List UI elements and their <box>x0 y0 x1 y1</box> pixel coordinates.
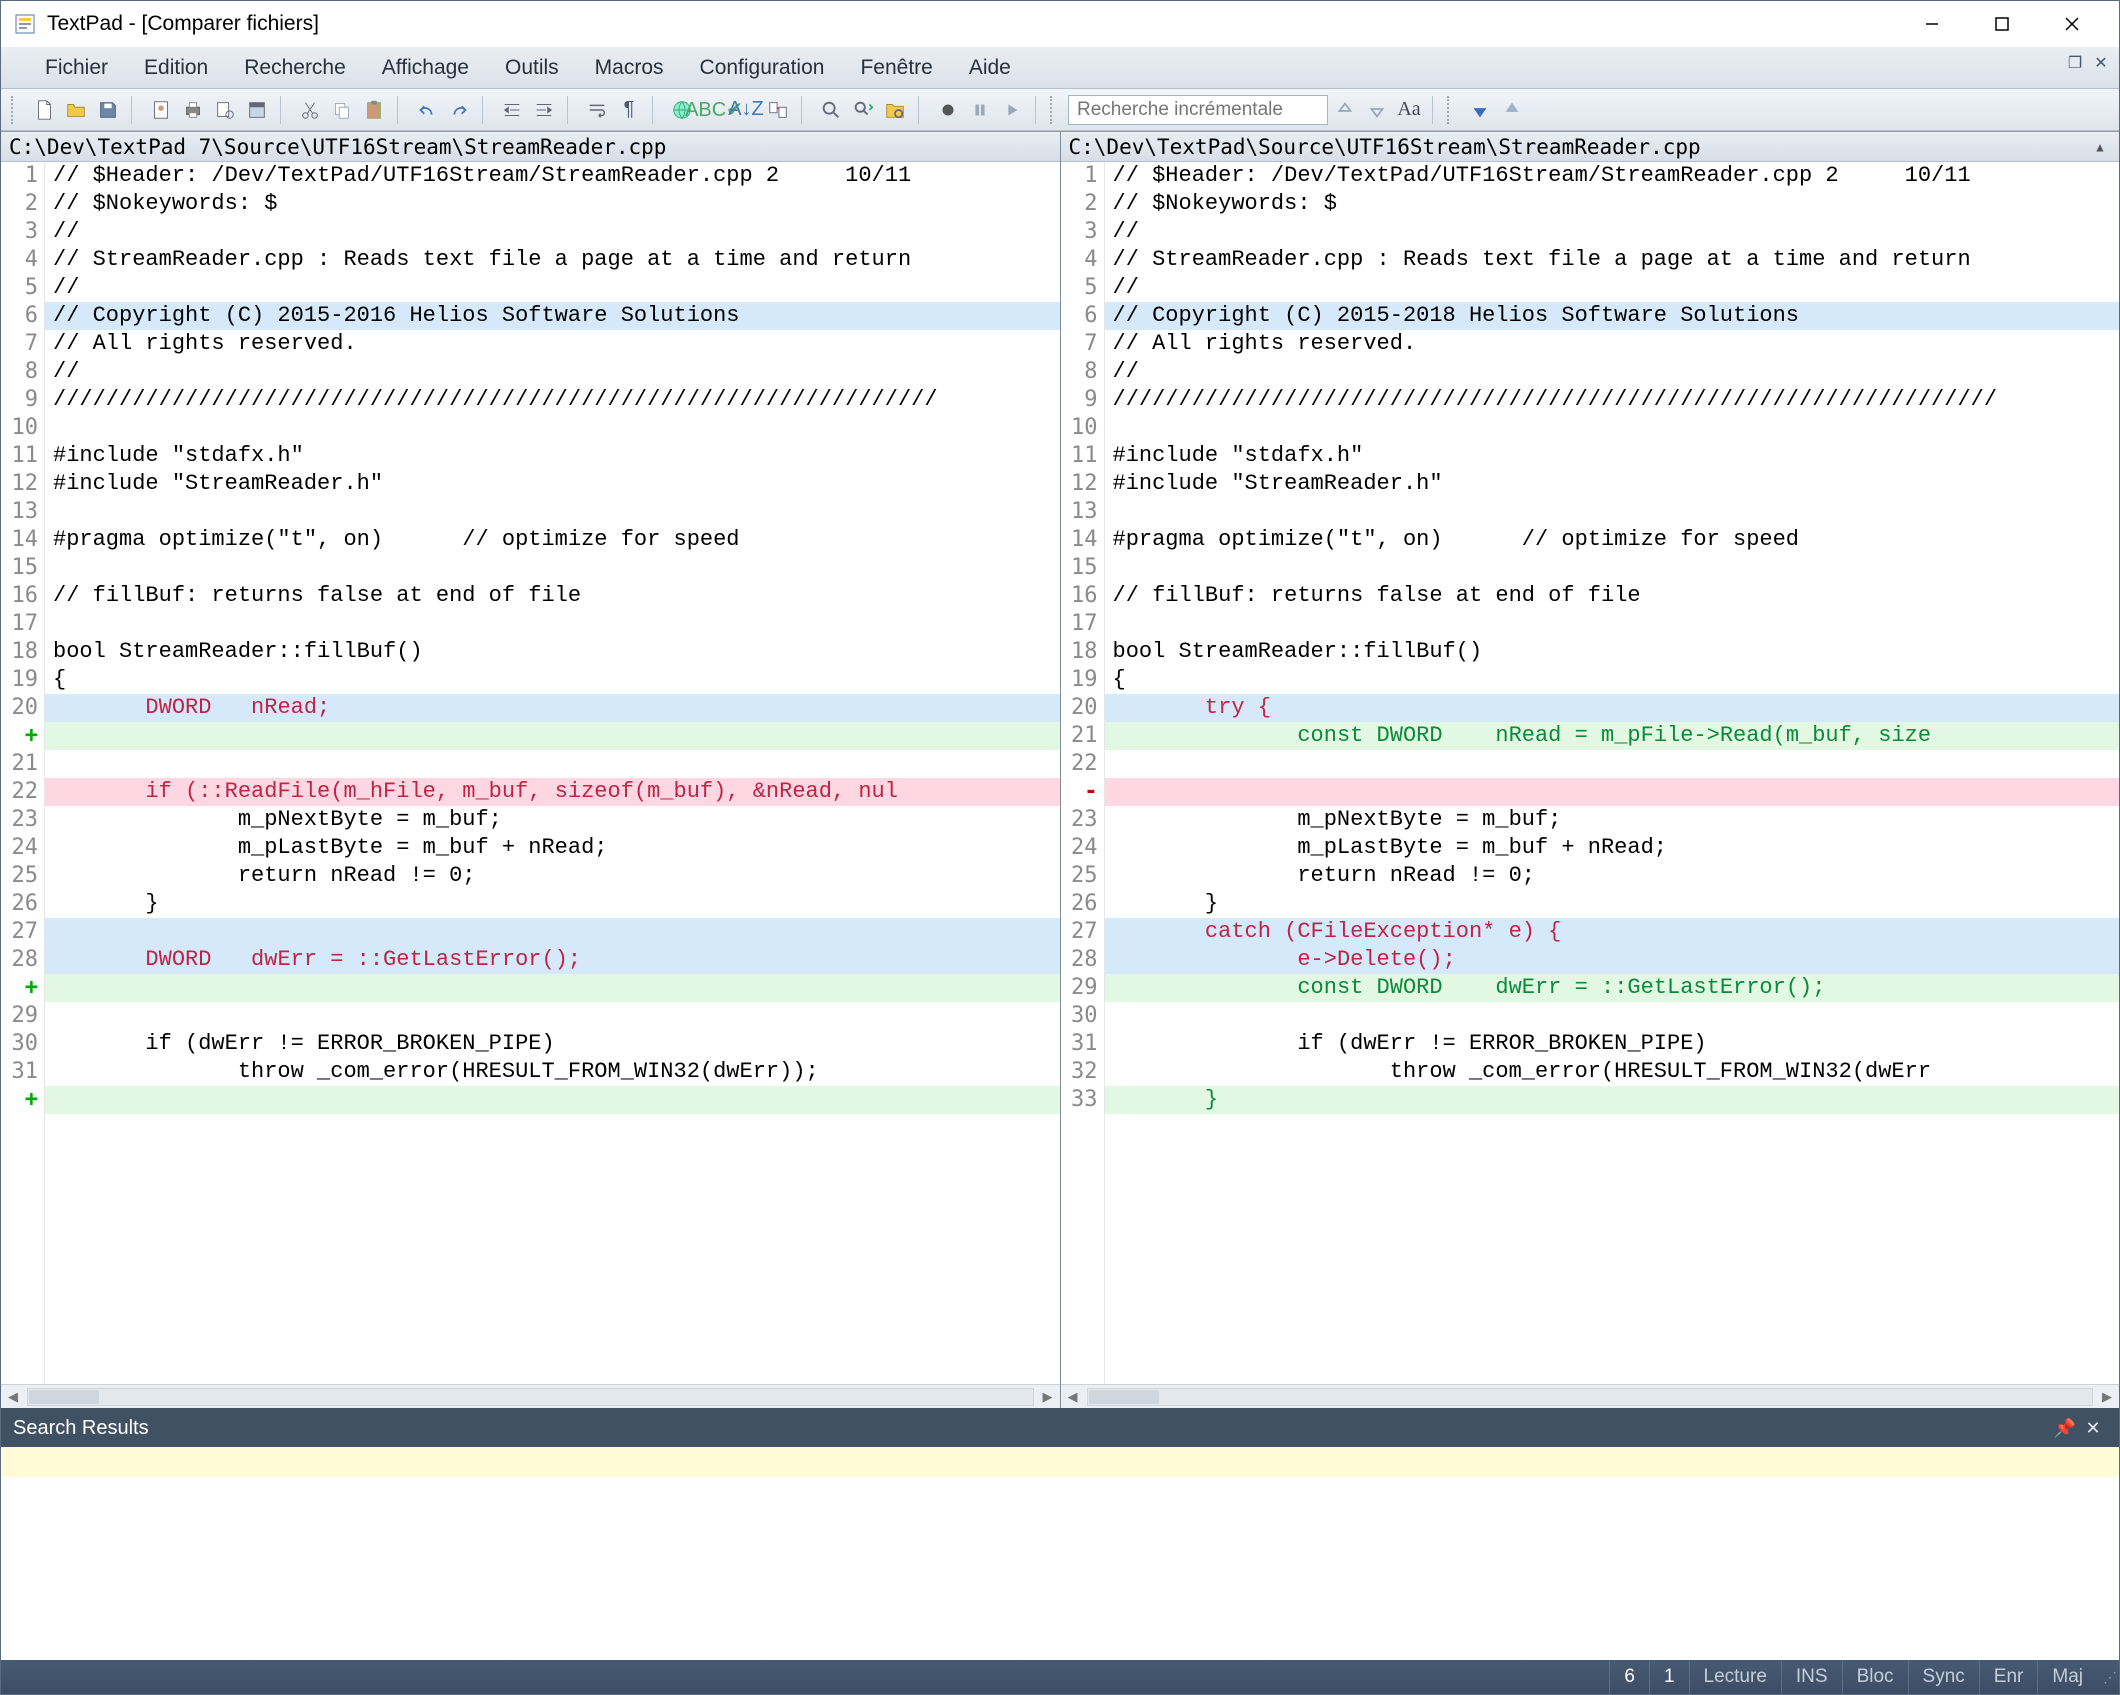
menu-configuration[interactable]: Configuration <box>682 50 843 86</box>
status-sync: Sync <box>1908 1660 1979 1694</box>
properties-icon[interactable] <box>146 95 176 125</box>
find-next-icon[interactable] <box>848 95 878 125</box>
menu-fichier[interactable]: Fichier <box>27 50 126 86</box>
menu-macros[interactable]: Macros <box>577 50 682 86</box>
sort-icon[interactable]: A↓Z <box>731 95 761 125</box>
indent-right-icon[interactable] <box>529 95 559 125</box>
redo-icon[interactable] <box>444 95 474 125</box>
undo-icon[interactable] <box>412 95 442 125</box>
statusbar: 6 1 LectureINSBlocSyncEnrMaj ⋰ <box>1 1660 2119 1694</box>
right-hscrollbar[interactable]: ◀▶ <box>1061 1384 2120 1408</box>
menu-fenêtre[interactable]: Fenêtre <box>842 50 950 86</box>
match-case-icon[interactable]: Aa <box>1394 95 1424 125</box>
diff-split-view: C:\Dev\TextPad 7\Source\UTF16Stream\Stre… <box>1 131 2119 1408</box>
titlebar[interactable]: TextPad - [Comparer fichiers] <box>1 1 2119 47</box>
pilcrow-icon[interactable]: ¶ <box>614 95 644 125</box>
spellcheck-icon[interactable]: ABC✔ <box>699 95 729 125</box>
status-maj: Maj <box>2037 1660 2097 1694</box>
right-editor[interactable]: 12345678910111213141516171819202122-2324… <box>1061 162 2120 1384</box>
menu-edition[interactable]: Edition <box>126 50 226 86</box>
mdi-restore-button[interactable]: ❐ <box>2065 53 2085 73</box>
paste-icon[interactable] <box>359 95 389 125</box>
pause-macro-icon[interactable] <box>965 95 995 125</box>
print-icon[interactable] <box>178 95 208 125</box>
right-code[interactable]: // $Header: /Dev/TextPad/UTF16Stream/Str… <box>1105 162 2120 1384</box>
menu-recherche[interactable]: Recherche <box>226 50 364 86</box>
window-title: TextPad - [Comparer fichiers] <box>47 12 1897 36</box>
find-icon[interactable] <box>816 95 846 125</box>
resize-grip-icon[interactable]: ⋰ <box>2103 1669 2113 1686</box>
wrap-icon[interactable] <box>582 95 612 125</box>
search-results-panel: Search Results 📌 ✕ <box>1 1408 2119 1660</box>
status-lecture: Lecture <box>1689 1660 1781 1694</box>
status-line: 1 <box>1649 1660 1689 1694</box>
cut-icon[interactable] <box>295 95 325 125</box>
incremental-search-input[interactable] <box>1068 95 1328 125</box>
right-pane-path: C:\Dev\TextPad\Source\UTF16Stream\Stream… <box>1061 132 2120 162</box>
status-ins: INS <box>1781 1660 1842 1694</box>
minimize-button[interactable] <box>1897 1 1967 47</box>
indent-left-icon[interactable] <box>497 95 527 125</box>
right-pane: C:\Dev\TextPad\Source\UTF16Stream\Stream… <box>1060 132 2120 1408</box>
search-results-title: Search Results <box>13 1417 2051 1440</box>
print-preview-icon[interactable] <box>210 95 240 125</box>
play-macro-icon[interactable] <box>997 95 1027 125</box>
search-up-icon[interactable] <box>1330 95 1360 125</box>
vscroll-up-icon[interactable]: ▲ <box>2089 132 2111 162</box>
search-down-icon[interactable] <box>1362 95 1392 125</box>
left-gutter: 123456▶7891011121314151617181920+2122232… <box>1 162 45 1384</box>
menu-outils[interactable]: Outils <box>487 50 577 86</box>
menubar: FichierEditionRechercheAffichageOutilsMa… <box>1 47 2119 89</box>
close-panel-icon[interactable]: ✕ <box>2079 1418 2107 1439</box>
search-results-row[interactable] <box>1 1447 2119 1477</box>
mdi-close-button[interactable]: ✕ <box>2091 53 2111 73</box>
new-file-icon[interactable] <box>29 95 59 125</box>
open-file-icon[interactable] <box>61 95 91 125</box>
status-bloc: Bloc <box>1842 1660 1908 1694</box>
status-enr: Enr <box>1979 1660 2038 1694</box>
maximize-button[interactable] <box>1967 1 2037 47</box>
find-in-files-icon[interactable] <box>880 95 910 125</box>
app-icon <box>13 12 37 36</box>
right-gutter: 12345678910111213141516171819202122-2324… <box>1061 162 1105 1384</box>
next-diff-icon[interactable] <box>1465 95 1495 125</box>
status-col: 6 <box>1609 1660 1649 1694</box>
pin-icon[interactable]: 📌 <box>2051 1418 2079 1439</box>
search-results-header[interactable]: Search Results 📌 ✕ <box>1 1409 2119 1447</box>
toggle-panel-icon[interactable] <box>242 95 272 125</box>
prev-diff-icon[interactable] <box>1497 95 1527 125</box>
save-icon[interactable] <box>93 95 123 125</box>
left-pane: C:\Dev\TextPad 7\Source\UTF16Stream\Stre… <box>1 132 1060 1408</box>
workarea: C:\Dev\TextPad 7\Source\UTF16Stream\Stre… <box>1 131 2119 1660</box>
compare-icon[interactable] <box>763 95 793 125</box>
record-macro-icon[interactable] <box>933 95 963 125</box>
left-editor[interactable]: 123456▶7891011121314151617181920+2122232… <box>1 162 1060 1384</box>
close-button[interactable] <box>2037 1 2107 47</box>
app-window: TextPad - [Comparer fichiers] FichierEdi… <box>0 0 2120 1695</box>
search-results-body[interactable] <box>1 1447 2119 1660</box>
menu-aide[interactable]: Aide <box>951 50 1029 86</box>
left-pane-path: C:\Dev\TextPad 7\Source\UTF16Stream\Stre… <box>1 132 1060 162</box>
menu-affichage[interactable]: Affichage <box>364 50 487 86</box>
left-code[interactable]: // $Header: /Dev/TextPad/UTF16Stream/Str… <box>45 162 1060 1384</box>
left-hscrollbar[interactable]: ◀▶ <box>1 1384 1060 1408</box>
copy-icon[interactable] <box>327 95 357 125</box>
main-toolbar: ¶ ABC✔ A↓Z Aa <box>1 89 2119 131</box>
